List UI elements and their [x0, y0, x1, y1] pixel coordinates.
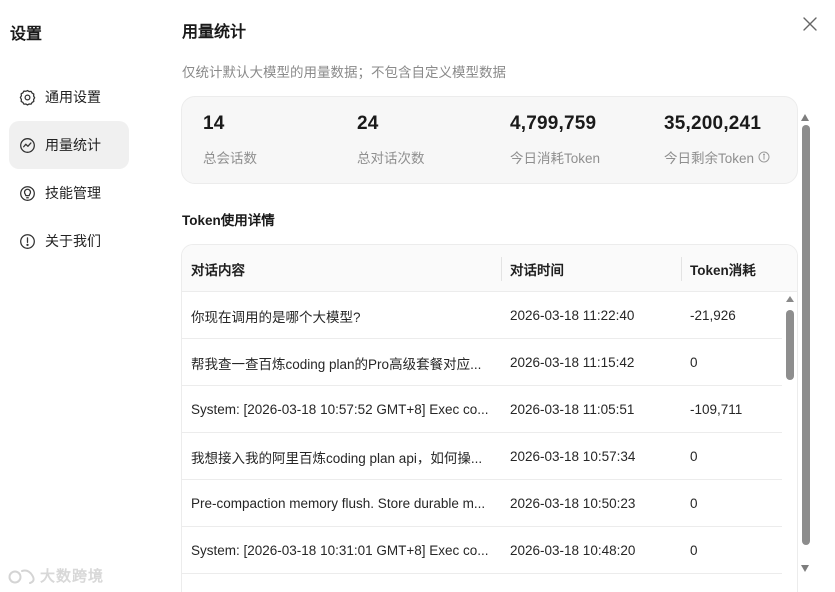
stats-card: 14 总会话数 24 总对话次数 4,799,759 今日消耗Token 35,… [181, 96, 798, 184]
cell-content: 帮我查一查百炼coding plan的Pro高级套餐对应... [191, 356, 482, 372]
chart-icon [18, 136, 36, 154]
stat-value: 35,200,241 [664, 113, 762, 134]
cell-time: 2026-03-18 11:05:51 [510, 402, 635, 417]
sidebar-item-general-settings[interactable]: 通用设置 [9, 73, 129, 121]
cell-token: -109,711 [690, 402, 743, 417]
gear-icon [18, 88, 36, 106]
table-body: 你现在调用的是哪个大模型? 2026-03-18 11:22:40 -21,926 帮… [182, 292, 797, 592]
stat-label: 总对话次数 [357, 151, 425, 166]
sidebar-item-label: 技能管理 [45, 185, 101, 201]
column-divider[interactable] [501, 257, 502, 281]
main-panel: 用量统计 仅统计默认大模型的用量数据；不包含自定义模型数据 14 总会话数 24… [181, 0, 835, 592]
close-icon [803, 17, 817, 31]
stat-value: 24 [357, 113, 379, 134]
stat-today-remaining: 35,200,241 今日剩余Token [664, 113, 770, 167]
cell-time: 2026-03-18 10:50:23 [510, 496, 636, 511]
scroll-up-arrow-icon[interactable] [786, 296, 794, 302]
cell-content: 你现在调用的是哪个大模型? [191, 309, 361, 325]
column-divider[interactable] [681, 257, 682, 281]
cell-time: 2026-03-18 11:15:42 [510, 355, 635, 370]
sidebar-item-about-us[interactable]: 关于我们 [9, 217, 129, 265]
table-header: 对话内容 对话时间 Token消耗 [182, 245, 797, 292]
close-button[interactable] [800, 14, 820, 34]
cell-time: 2026-03-18 11:22:40 [510, 308, 635, 323]
table-row[interactable]: 你现在调用的是哪个大模型? 2026-03-18 11:22:40 -21,926 [182, 292, 782, 339]
stat-total-sessions: 14 总会话数 [203, 113, 257, 167]
table-row[interactable]: 我想接入我的阿里百炼coding plan api，如何操... 2026-03-… [182, 433, 782, 480]
stat-label: 今日剩余Token [664, 151, 755, 166]
page-title: 用量统计 [182, 24, 247, 41]
column-header-content: 对话内容 [191, 262, 245, 278]
cell-token: 0 [690, 496, 698, 511]
table-row[interactable]: System: [2026-03-18 10:57:52 GMT+8] Exec… [182, 386, 782, 433]
cell-token [690, 574, 780, 592]
sidebar-title: 设置 [10, 26, 43, 43]
sidebar-nav: 通用设置 用量统计 技能管理 关于我们 [9, 73, 129, 265]
cell-time: 2026-03-18 10:48:20 [510, 543, 636, 558]
sidebar-item-label: 通用设置 [45, 89, 101, 105]
watermark: 大数跨境 [8, 565, 104, 586]
cell-content [191, 574, 496, 592]
sidebar-item-usage-stats[interactable]: 用量统计 [9, 121, 129, 169]
cell-token: -21,926 [690, 308, 736, 323]
column-header-time: 对话时间 [510, 262, 564, 278]
token-usage-table: 对话内容 对话时间 Token消耗 你现在调用的是哪个大模型? 2026-03-1… [181, 244, 798, 592]
table-scrollbar[interactable] [783, 293, 797, 592]
sidebar-item-label: 关于我们 [45, 233, 101, 249]
sidebar: 设置 通用设置 用量统计 技能管理 关于我们 [0, 0, 150, 592]
skill-icon [18, 184, 36, 202]
table-row[interactable]: Pre-compaction memory flush. Store durab… [182, 480, 782, 527]
cell-content: System: [2026-03-18 10:31:01 GMT+8] Exec… [191, 543, 489, 558]
scrollbar-thumb[interactable] [801, 125, 810, 545]
scroll-down-arrow-icon[interactable] [801, 565, 809, 572]
sidebar-item-label: 用量统计 [45, 137, 101, 153]
cell-content: 我想接入我的阿里百炼coding plan api，如何操... [191, 450, 483, 466]
scroll-up-arrow-icon[interactable] [801, 114, 809, 121]
cell-content: System: [2026-03-18 10:57:52 GMT+8] Exec… [191, 402, 489, 417]
stat-label: 今日消耗Token [510, 151, 601, 166]
scrollbar-thumb[interactable] [786, 310, 794, 380]
column-header-token: Token消耗 [690, 262, 756, 278]
info-icon [18, 232, 36, 250]
cell-token: 0 [690, 543, 698, 558]
cell-token: 0 [690, 355, 698, 370]
cell-time [510, 574, 680, 592]
stat-today-consumed: 4,799,759 今日消耗Token [510, 113, 600, 167]
table-row[interactable]: 帮我查一查百炼coding plan的Pro高级套餐对应... 2026-03-1… [182, 339, 782, 386]
stat-value: 4,799,759 [510, 113, 597, 134]
watermark-logo-icon [8, 569, 35, 584]
cell-token: 0 [690, 449, 698, 464]
info-icon[interactable] [758, 151, 770, 163]
stat-label: 总会话数 [203, 151, 257, 166]
table-row[interactable]: System: [2026-03-18 10:31:01 GMT+8] Exec… [182, 527, 782, 574]
page-subtitle: 仅统计默认大模型的用量数据；不包含自定义模型数据 [182, 65, 506, 80]
stat-value: 14 [203, 113, 225, 134]
page-scrollbar[interactable] [800, 108, 812, 578]
watermark-text: 大数跨境 [40, 568, 105, 585]
table-row[interactable] [182, 574, 782, 592]
cell-time: 2026-03-18 10:57:34 [510, 449, 636, 464]
section-title: Token使用详情 [182, 213, 275, 228]
stat-total-conversations: 24 总对话次数 [357, 113, 425, 167]
sidebar-item-skill-management[interactable]: 技能管理 [9, 169, 129, 217]
cell-content: Pre-compaction memory flush. Store durab… [191, 496, 486, 511]
